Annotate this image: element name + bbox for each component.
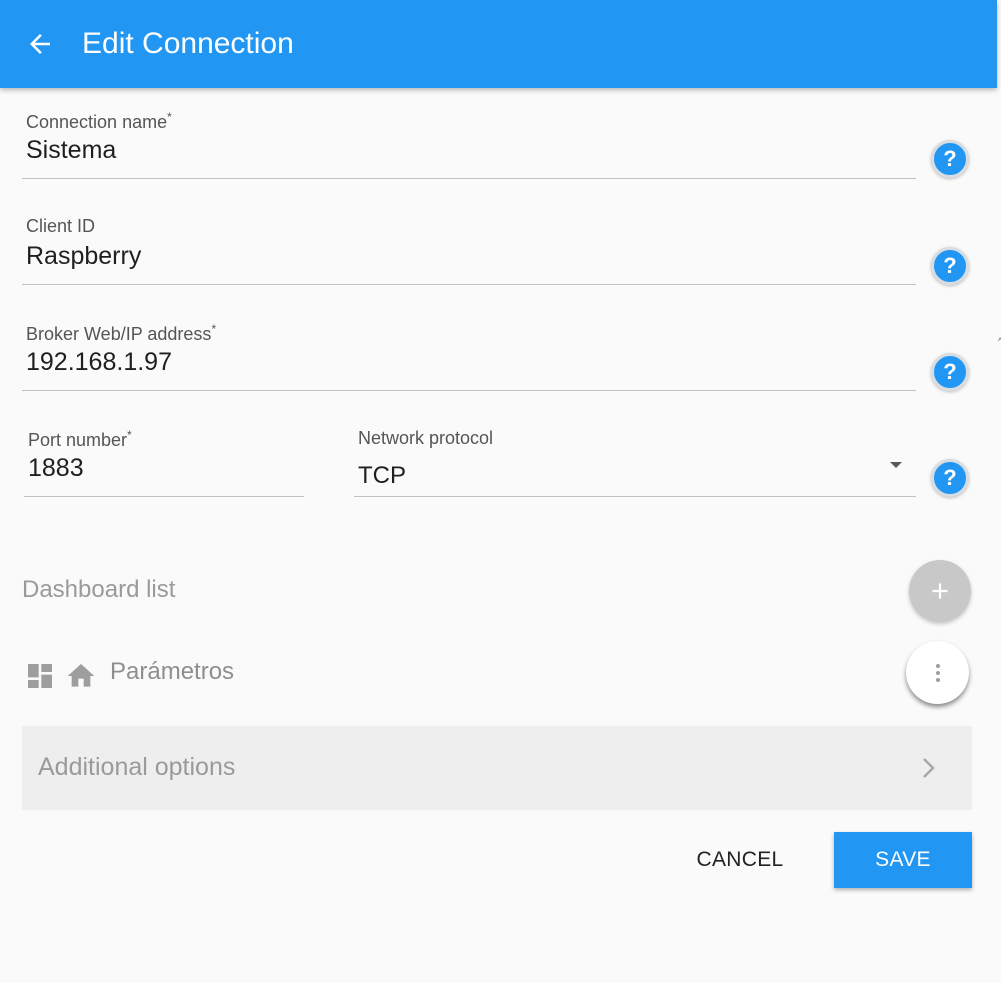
help-icon[interactable]: ? [931, 459, 969, 497]
chevron-right-icon [923, 758, 935, 778]
broker-address-underline [22, 390, 916, 391]
home-icon [67, 664, 95, 687]
connection-name-field[interactable]: Connection name* Sistema [22, 110, 916, 179]
client-id-underline [22, 284, 916, 285]
help-icon[interactable]: ? [931, 140, 969, 178]
broker-address-field[interactable]: Broker Web/IP address* 192.168.1.97 [22, 322, 916, 391]
broker-address-input[interactable]: 192.168.1.97 [26, 348, 172, 377]
connection-name-label: Connection name* [26, 110, 172, 132]
add-dashboard-button[interactable] [909, 560, 971, 622]
dashboard-name: Parámetros [110, 658, 235, 685]
port-number-label: Port number* [28, 428, 132, 450]
broker-address-label: Broker Web/IP address* [26, 322, 217, 344]
app-bar: Edit Connection [0, 0, 997, 88]
more-vertical-icon [935, 663, 940, 682]
cancel-button[interactable]: CANCEL [682, 832, 798, 888]
port-number-field[interactable]: Port number* 1883 [24, 428, 304, 497]
help-icon[interactable]: ? [931, 353, 969, 391]
page-title: Edit Connection [82, 27, 294, 60]
port-number-underline [24, 496, 304, 497]
network-protocol-label: Network protocol [358, 428, 494, 448]
save-button[interactable]: SAVE [834, 832, 972, 888]
network-protocol-select[interactable]: Network protocol TCP [354, 428, 916, 497]
port-number-input[interactable]: 1883 [28, 454, 84, 483]
client-id-label: Client ID [26, 216, 96, 236]
caret-down-icon [890, 462, 902, 468]
network-protocol-value[interactable]: TCP [358, 462, 406, 490]
list-item[interactable]: Parámetros [22, 652, 902, 696]
dashboard-icon [28, 664, 52, 688]
arrow-left-icon [30, 34, 50, 54]
connection-name-input[interactable]: Sistema [26, 136, 116, 165]
plus-icon [932, 583, 948, 599]
dashboard-list-title: Dashboard list [22, 576, 176, 603]
client-id-field[interactable]: Client ID Raspberry [22, 216, 916, 285]
dashboard-menu-button[interactable] [906, 641, 969, 704]
connection-name-underline [22, 178, 916, 179]
additional-options-row[interactable]: Additional options [22, 726, 972, 810]
help-icon[interactable]: ? [931, 247, 969, 285]
back-button[interactable] [14, 18, 66, 70]
network-protocol-underline [354, 496, 916, 497]
client-id-input[interactable]: Raspberry [26, 242, 141, 271]
additional-options-label: Additional options [38, 753, 236, 781]
